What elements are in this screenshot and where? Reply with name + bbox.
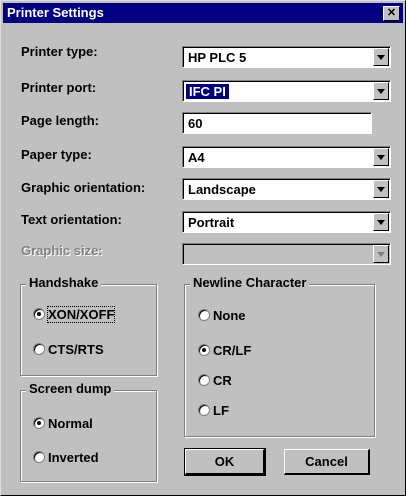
printer-settings-dialog: Printer Settings ✕ Printer type: Printer… <box>0 0 406 496</box>
newline-cr-label: CR <box>213 373 232 388</box>
graphic-size-dropdown-button[interactable] <box>373 245 389 263</box>
newline-cr-lf-label: CR/LF <box>213 343 252 358</box>
newline-none-radio[interactable]: None <box>198 308 246 323</box>
screen-dump-group: Screen dump <box>20 381 157 482</box>
graphic-orientation-value: Landscape <box>188 182 256 197</box>
text-orientation-select[interactable]: Portrait <box>182 211 391 233</box>
newline-lf-radio[interactable]: LF <box>198 403 229 418</box>
screen-dump-group-title: Screen dump <box>26 381 115 396</box>
newline-character-group-title: Newline Character <box>190 275 310 290</box>
printer-type-value: HP PLC 5 <box>188 50 247 65</box>
screen-dump-inverted-radio[interactable]: Inverted <box>33 450 99 465</box>
radio-unselected-icon <box>198 309 210 321</box>
handshake-cts-rts-label: CTS/RTS <box>48 342 104 357</box>
radio-unselected-icon <box>33 451 45 463</box>
screen-dump-inverted-label: Inverted <box>48 450 99 465</box>
handshake-xon-xoff-label: XON/XOFF <box>46 306 116 323</box>
paper-type-select[interactable]: A4 <box>182 146 391 168</box>
newline-lf-label: LF <box>213 403 229 418</box>
radio-selected-icon <box>198 344 210 356</box>
printer-port-dropdown-button[interactable] <box>373 82 389 100</box>
printer-type-select[interactable]: HP PLC 5 <box>182 46 391 68</box>
printer-type-label: Printer type: <box>21 44 98 59</box>
graphic-size-select[interactable] <box>182 243 391 265</box>
text-orientation-value: Portrait <box>188 215 235 230</box>
radio-selected-icon <box>33 308 45 320</box>
graphic-orientation-select[interactable]: Landscape <box>182 178 391 200</box>
chevron-down-icon <box>377 252 385 257</box>
screen-dump-normal-label: Normal <box>48 416 93 431</box>
close-icon: ✕ <box>386 7 397 19</box>
page-length-label: Page length: <box>21 113 100 128</box>
cancel-button[interactable]: Cancel <box>284 449 370 475</box>
screen-dump-normal-radio[interactable]: Normal <box>33 416 93 431</box>
printer-port-label: Printer port: <box>21 80 97 95</box>
graphic-orientation-dropdown-button[interactable] <box>373 180 389 198</box>
radio-unselected-icon <box>33 343 45 355</box>
radio-unselected-icon <box>198 374 210 386</box>
ok-button[interactable]: OK <box>184 448 266 476</box>
chevron-down-icon <box>377 187 385 192</box>
paper-type-dropdown-button[interactable] <box>373 148 389 166</box>
paper-type-value: A4 <box>188 150 205 165</box>
newline-none-label: None <box>213 308 246 323</box>
newline-cr-lf-radio[interactable]: CR/LF <box>198 343 251 358</box>
handshake-cts-rts-radio[interactable]: CTS/RTS <box>33 342 104 357</box>
handshake-group-title: Handshake <box>26 275 102 290</box>
radio-selected-icon <box>33 417 45 429</box>
radio-unselected-icon <box>198 404 210 416</box>
printer-type-dropdown-button[interactable] <box>373 48 389 66</box>
dialog-title: Printer Settings <box>7 5 104 20</box>
handshake-xon-xoff-radio[interactable]: XON/XOFF <box>33 306 116 323</box>
graphic-size-label: Graphic size: <box>21 243 103 258</box>
printer-port-value: IFC PI <box>185 83 230 100</box>
chevron-down-icon <box>377 89 385 94</box>
paper-type-label: Paper type: <box>21 147 92 162</box>
newline-cr-radio[interactable]: CR <box>198 373 232 388</box>
chevron-down-icon <box>377 55 385 60</box>
printer-port-select[interactable]: IFC PI <box>182 80 391 102</box>
page-length-value: 60 <box>188 116 203 131</box>
chevron-down-icon <box>377 155 385 160</box>
handshake-group: Handshake <box>20 275 157 376</box>
text-orientation-label: Text orientation: <box>21 212 122 227</box>
chevron-down-icon <box>377 220 385 225</box>
graphic-orientation-label: Graphic orientation: <box>21 180 146 195</box>
page-length-input[interactable]: 60 <box>182 112 372 134</box>
close-button[interactable]: ✕ <box>383 6 400 21</box>
title-bar[interactable]: Printer Settings ✕ <box>3 3 403 23</box>
text-orientation-dropdown-button[interactable] <box>373 213 389 231</box>
